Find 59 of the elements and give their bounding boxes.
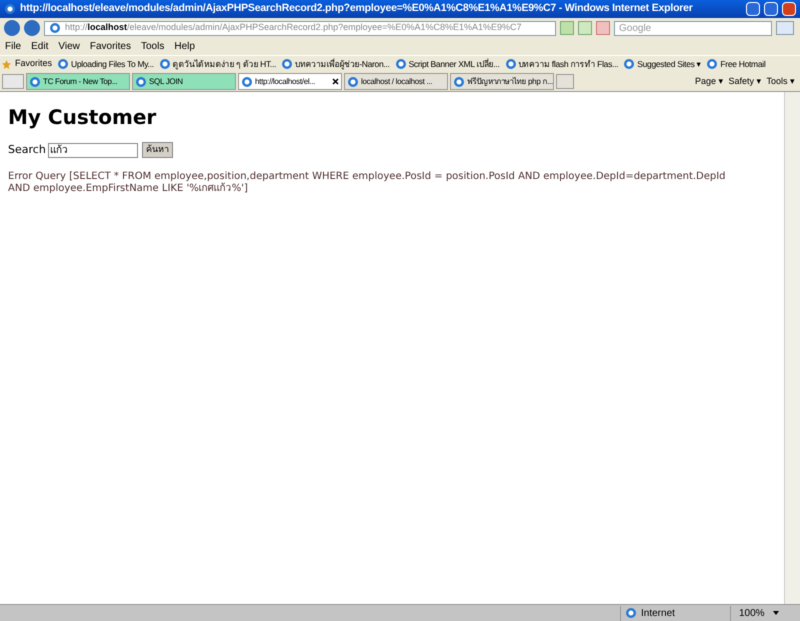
zone-indicator: Internet — [620, 606, 730, 620]
page-icon — [706, 58, 718, 70]
caret-icon — [772, 611, 779, 615]
page-icon — [241, 76, 253, 88]
page-icon — [504, 58, 517, 70]
favorite-link[interactable]: บทความเพื่อผู้ช่วย-Naron... — [281, 58, 390, 70]
browser-tab[interactable]: TC Forum - New Top... — [26, 73, 130, 90]
command-button[interactable]: Safety ▾ — [728, 74, 762, 88]
close-icon[interactable] — [332, 78, 339, 85]
search-submit-button[interactable]: ค้นหา — [142, 142, 173, 158]
browser-tab[interactable]: SQL JOIN — [132, 73, 236, 90]
menu-item[interactable]: View — [58, 38, 80, 54]
browser-tab[interactable]: localhost / localhost ... — [344, 73, 448, 90]
page-icon — [623, 58, 636, 70]
favorite-link[interactable]: Uploading Files To My... — [57, 58, 154, 70]
new-tab-button[interactable] — [556, 74, 574, 89]
forward-button[interactable] — [24, 20, 40, 36]
page-icon — [453, 76, 465, 88]
search-field[interactable]: Google — [614, 20, 772, 36]
favorite-link[interactable]: Script Banner XML เปลี่ย... — [394, 58, 500, 70]
address-field[interactable]: http://localhost/eleave/modules/admin/AjaxPHPSearchRecord2.php?employee=%E0%A1%C8%E1%A1%E9%C7 — [44, 20, 556, 36]
minimize-button[interactable] — [746, 2, 760, 16]
url-text: http://localhost/eleave/modules/admin/AjaxPHPSearchRecord2.php?employee=%E0%A1%C8%E1%A1%E9%C7 — [65, 22, 522, 34]
command-button[interactable]: Tools ▾ — [766, 74, 795, 88]
star-icon — [2, 60, 11, 68]
page-icon — [49, 22, 61, 34]
page-icon — [135, 76, 147, 88]
back-button[interactable] — [4, 20, 20, 36]
menu-item[interactable]: File — [5, 38, 22, 54]
scrollbar[interactable] — [784, 92, 800, 604]
menu-item[interactable]: Help — [174, 38, 195, 54]
favorite-link[interactable]: ดูดวันได้หมดง่าย ๆ ด้วย HT... — [158, 58, 276, 70]
page-icon — [29, 76, 41, 88]
customer-search-field[interactable]: แก้ว — [48, 142, 138, 158]
error-message: Error Query [SELECT * FROM employee,position,department WHERE employee.PosId = position.PosId AND employee.DepId=department.DepId AND employee.EmpFirstName LIKE '%เกศแก้ว%'] — [8, 170, 727, 194]
page-heading: My Customer — [8, 104, 158, 131]
favorites-button[interactable]: Favorites — [2, 57, 52, 71]
quick-tabs-button[interactable] — [2, 74, 24, 89]
page-icon — [57, 58, 70, 70]
zoom-level[interactable]: 100% — [730, 606, 800, 620]
window-title: http://localhost/eleave/modules/admin/AjaxPHPSearchRecord2.php?employee=%E0%A1%C8%E1%A1%E9%C7 - Windows Internet Explorer — [20, 1, 694, 16]
command-button[interactable]: Page ▾ — [694, 74, 724, 88]
page-icon — [281, 58, 294, 70]
favorite-link[interactable]: Suggested Sites ▾ — [623, 58, 702, 70]
browser-tab[interactable]: http://localhost/el... — [238, 73, 342, 90]
menu-item[interactable]: Favorites — [90, 38, 131, 54]
search-label: Search — [8, 142, 46, 158]
menu-item[interactable]: Edit — [31, 38, 48, 54]
browser-tab[interactable]: ฟรีปัญหาภาษาไทย php ก... — [450, 73, 554, 90]
page-icon — [158, 58, 171, 70]
close-button[interactable] — [782, 2, 796, 16]
page-icon — [347, 76, 359, 88]
globe-icon — [625, 607, 637, 619]
maximize-button[interactable] — [764, 2, 778, 16]
favorite-link[interactable]: บทความ flash การทำ Flas... — [504, 58, 618, 70]
page-icon — [394, 58, 407, 70]
favorite-link[interactable]: Free Hotmail — [706, 58, 766, 70]
menu-item[interactable]: Tools — [140, 38, 164, 54]
browser-logo-icon — [4, 3, 16, 15]
